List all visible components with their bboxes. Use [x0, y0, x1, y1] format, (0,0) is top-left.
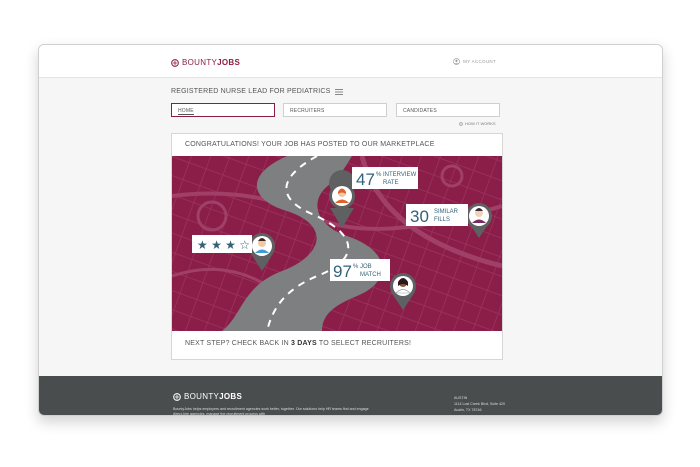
job-title-text: REGISTERED NURSE LEAD FOR PEDIATRICS	[171, 88, 331, 95]
my-account-link[interactable]: MY ACCOUNT	[453, 58, 496, 65]
tab-home-label: HOME	[178, 108, 194, 115]
job-match-value: 97	[333, 262, 352, 281]
interview-rate-label-1: INTERVIEW	[383, 172, 417, 178]
footer-description: BountyJobs helps employers and recruitme…	[173, 407, 369, 416]
my-account-label: MY ACCOUNT	[463, 59, 496, 64]
top-bar: BOUNTYJOBS MY ACCOUNT	[39, 45, 662, 78]
posted-confirmation-card: CONGRATULATIONS! YOUR JOB HAS POSTED TO …	[171, 133, 503, 360]
rating-stars: ★ ★ ★ ☆	[197, 238, 250, 252]
interview-rate-bubble: 47 % INTERVIEW RATE	[352, 167, 418, 189]
footer-address-line-2: Austin, TX 78746	[454, 407, 482, 412]
tab-candidates-label: CANDIDATES	[403, 108, 437, 114]
next-step-suffix: TO SELECT RECRUITERS!	[316, 340, 412, 347]
card-heading: CONGRATULATIONS! YOUR JOB HAS POSTED TO …	[185, 141, 435, 148]
interview-rate-label-2: RATE	[383, 180, 399, 186]
site-footer: BOUNTYJOBS BountyJobs helps employers an…	[39, 376, 662, 416]
similar-fills-bubble: 30 SIMILAR FILLS	[406, 204, 468, 226]
similar-fills-value: 30	[410, 207, 429, 226]
job-match-label-2: MATCH	[360, 272, 381, 278]
tab-recruiters[interactable]: RECRUITERS	[283, 103, 387, 117]
marketplace-illustration: 47 % INTERVIEW RATE 30 SIMILAR FILLS ★ ★…	[172, 156, 502, 331]
user-circle-icon	[453, 58, 460, 65]
next-step-days: 3 DAYS	[291, 340, 317, 347]
logo-text: BOUNTYJOBS	[182, 58, 241, 67]
bountyjobs-logo[interactable]: BOUNTYJOBS	[171, 58, 240, 67]
footer-logo[interactable]: BOUNTYJOBS	[173, 392, 242, 401]
tab-recruiters-label: RECRUITERS	[290, 108, 325, 114]
menu-icon[interactable]	[334, 88, 343, 95]
how-it-works-label: HOW IT WORKS	[465, 121, 496, 126]
next-step-message: NEXT STEP? CHECK BACK IN 3 DAYS TO SELEC…	[172, 329, 502, 359]
interview-rate-value: 47	[356, 170, 375, 189]
how-it-works-link[interactable]: HOW IT WORKS	[459, 121, 496, 126]
tab-candidates[interactable]: CANDIDATES	[396, 103, 500, 117]
job-match-bubble: 97 % JOB MATCH	[330, 259, 390, 281]
footer-logo-mark-icon	[173, 392, 181, 401]
tab-home[interactable]: HOME	[171, 103, 275, 117]
footer-logo-text: BOUNTYJOBS	[184, 392, 243, 401]
interview-rate-unit: %	[376, 172, 382, 178]
browser-window: BOUNTYJOBS MY ACCOUNT REGISTERED NURSE L…	[38, 44, 663, 416]
rating-bubble: ★ ★ ★ ☆	[192, 235, 252, 253]
footer-address-line-1: 1114 Lost Creek Blvd, Suite 420	[454, 401, 506, 406]
info-icon	[459, 121, 463, 126]
footer-address: AUSTIN 1114 Lost Creek Blvd, Suite 420 A…	[454, 396, 505, 413]
logo-mark-icon	[171, 58, 179, 67]
next-step-prefix: NEXT STEP? CHECK BACK IN	[185, 340, 292, 347]
job-match-label-1: JOB	[360, 264, 372, 270]
job-title: REGISTERED NURSE LEAD FOR PEDIATRICS	[171, 88, 343, 95]
road-map-illustration: 47 % INTERVIEW RATE 30 SIMILAR FILLS ★ ★…	[172, 156, 502, 331]
similar-fills-label-1: SIMILAR	[434, 209, 459, 215]
job-match-unit: %	[353, 264, 359, 270]
similar-fills-label-2: FILLS	[434, 217, 450, 223]
